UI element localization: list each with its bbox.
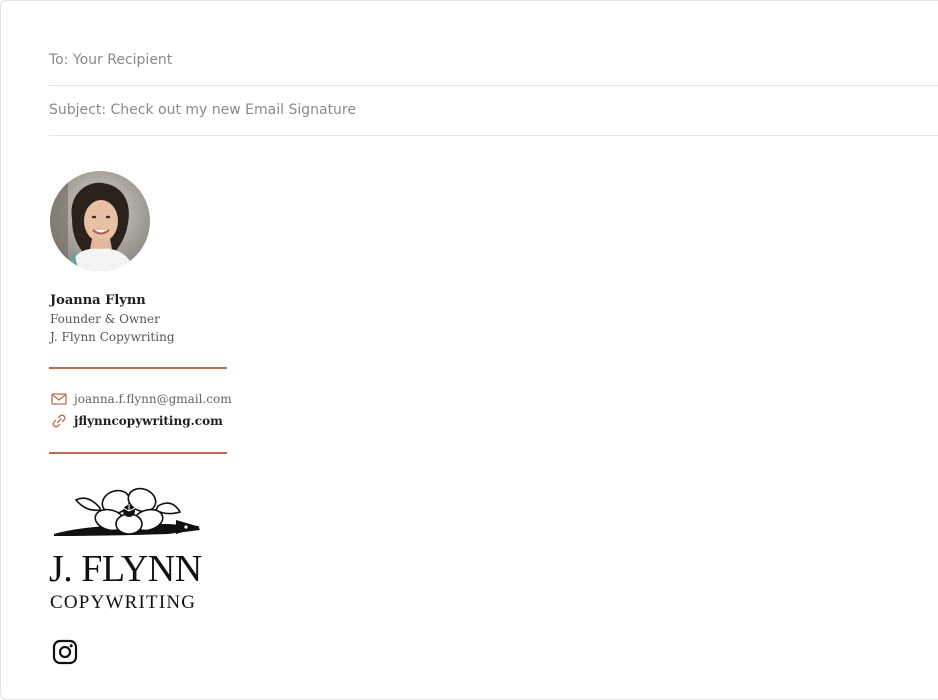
logo-subtitle: COPYWRITING	[50, 592, 197, 613]
email-link[interactable]: joanna.f.flynn@gmail.com	[74, 392, 232, 406]
logo-wordmark: J. FLYNN	[49, 548, 202, 590]
to-field[interactable]: To: Your Recipient	[49, 35, 938, 86]
signature-name: Joanna Flynn	[50, 293, 146, 308]
to-field-text: To: Your Recipient	[49, 52, 173, 68]
instagram-icon	[52, 639, 78, 665]
avatar	[50, 171, 150, 271]
subject-field[interactable]: Subject: Check out my new Email Signatur…	[49, 85, 938, 136]
signature-title: Founder & Owner	[50, 312, 160, 326]
instagram-link[interactable]	[52, 639, 78, 665]
link-icon	[50, 413, 68, 429]
signature-company: J. Flynn Copywriting	[50, 330, 175, 344]
envelope-icon	[50, 391, 68, 407]
website-link[interactable]: jflynncopywriting.com	[74, 414, 223, 428]
email-contact-row[interactable]: joanna.f.flynn@gmail.com	[50, 391, 232, 407]
signature-divider-top	[49, 367, 227, 369]
subject-field-text: Subject: Check out my new Email Signatur…	[49, 102, 356, 118]
signature-divider-bottom	[49, 452, 227, 454]
website-contact-row[interactable]: jflynncopywriting.com	[50, 413, 223, 429]
